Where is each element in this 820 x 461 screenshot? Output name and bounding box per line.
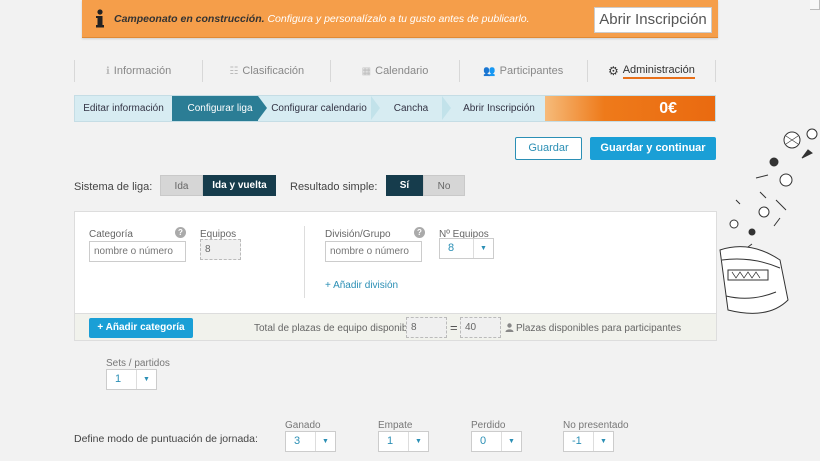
- add-category-button[interactable]: + Añadir categoría: [89, 318, 193, 338]
- help-icon[interactable]: ?: [414, 227, 425, 238]
- select-value: -1: [572, 435, 582, 447]
- lost-points-select[interactable]: 0 ▼: [471, 431, 522, 452]
- save-continue-button[interactable]: Guardar y continuar: [590, 137, 716, 160]
- league-system-ida[interactable]: Ida: [160, 175, 203, 196]
- open-registration-button[interactable]: Abrir Inscripción: [594, 7, 712, 33]
- select-value: 3: [294, 435, 301, 447]
- wizard-steps: Editar información Configurar liga Confi…: [74, 95, 716, 122]
- add-division-link[interactable]: + Añadir división: [325, 280, 398, 291]
- won-label: Ganado: [285, 420, 321, 431]
- equals-sign: =: [450, 320, 458, 335]
- step-arrow: [258, 96, 267, 120]
- banner-text: Configura y personalízalo a tu gusto ant…: [267, 13, 530, 25]
- user-icon: [505, 323, 514, 332]
- category-label: Categoría: [89, 229, 133, 240]
- won-points-select[interactable]: 3 ▼: [285, 431, 336, 452]
- panel-footer: + Añadir categoría Total de plazas de eq…: [75, 313, 716, 340]
- step-arrow: [371, 96, 380, 120]
- corner-marker: [810, 0, 820, 10]
- banner-message: Campeonato en construcción. Configura y …: [114, 13, 530, 25]
- step-configurar-calendario[interactable]: Configurar calendario: [267, 96, 371, 121]
- division-teams-select[interactable]: 8 ▼: [439, 238, 494, 259]
- select-value: 1: [387, 435, 394, 447]
- help-icon[interactable]: ?: [175, 227, 186, 238]
- simple-result-toggle: Sí No: [386, 175, 465, 196]
- tab-label: Participantes: [499, 65, 564, 77]
- tab-label: Clasificación: [242, 65, 305, 77]
- available-places-label: Plazas disponibles para participantes: [516, 323, 682, 334]
- sets-select[interactable]: 1 ▼: [106, 369, 157, 390]
- step-configurar-liga[interactable]: Configurar liga: [172, 96, 258, 121]
- simple-result-no[interactable]: No: [423, 175, 465, 196]
- chevron-down-icon: ▼: [593, 432, 613, 451]
- list-icon: ☷: [229, 65, 239, 77]
- no-show-points-select[interactable]: -1 ▼: [563, 431, 614, 452]
- step-editar-informacion[interactable]: Editar información: [75, 96, 172, 121]
- chevron-down-icon: ▼: [408, 432, 428, 451]
- division-input[interactable]: [325, 241, 422, 262]
- step-cancha[interactable]: Cancha: [380, 96, 442, 121]
- chevron-down-icon: ▼: [473, 239, 493, 258]
- select-value: 0: [480, 435, 487, 447]
- scoring-label: Define modo de puntuación de jornada:: [74, 433, 258, 445]
- chevron-down-icon: ▼: [136, 370, 156, 389]
- calendar-icon: ▦: [361, 65, 372, 77]
- total-places-label: Total de plazas de equipo disponibles:: [254, 323, 424, 334]
- gear-icon: ⚙: [607, 64, 619, 78]
- save-button[interactable]: Guardar: [515, 137, 582, 160]
- lost-label: Perdido: [471, 420, 506, 431]
- total-places-value: 8: [406, 317, 447, 338]
- divider: [304, 226, 305, 298]
- sports-illustration: [719, 128, 818, 314]
- step-arrow: [442, 96, 451, 120]
- step-abrir-inscripcion[interactable]: Abrir Inscripción: [451, 96, 547, 121]
- category-panel: Categoría ? Equipos 8 División/Grupo ? N…: [74, 211, 717, 341]
- league-system-toggle: Ida Ida y vuelta: [160, 175, 276, 196]
- tab-informacion[interactable]: ℹ Información: [74, 60, 202, 82]
- select-value: 8: [448, 242, 455, 254]
- simple-result-yes[interactable]: Sí: [386, 175, 423, 196]
- draw-points-select[interactable]: 1 ▼: [378, 431, 429, 452]
- main-tabs: ℹ Información ☷ Clasificación ▦ Calendar…: [74, 60, 717, 82]
- teams-count: 8: [200, 239, 241, 260]
- chevron-down-icon: ▼: [501, 432, 521, 451]
- price-display: 0€: [545, 96, 715, 121]
- tab-label: Calendario: [375, 65, 429, 77]
- info-icon: ℹ: [105, 65, 110, 77]
- category-input[interactable]: [89, 241, 186, 262]
- select-value: 1: [115, 373, 122, 385]
- tab-calendario[interactable]: ▦ Calendario: [330, 60, 458, 82]
- tab-administracion[interactable]: ⚙ Administración: [586, 60, 717, 82]
- tab-participantes[interactable]: 👥 Participantes: [458, 60, 587, 82]
- available-places-value: 40: [460, 317, 501, 338]
- tab-label: Administración: [622, 64, 695, 79]
- sets-label: Sets / partidos: [106, 358, 170, 369]
- draw-label: Empate: [378, 420, 413, 431]
- info-icon: [96, 9, 104, 28]
- construction-banner: Campeonato en construcción. Configura y …: [82, 0, 718, 38]
- simple-result-label: Resultado simple:: [290, 181, 378, 193]
- no-show-label: No presentado: [563, 420, 629, 431]
- tab-label: Información: [113, 65, 172, 77]
- banner-bold-text: Campeonato en construcción.: [114, 13, 265, 25]
- chevron-down-icon: ▼: [315, 432, 335, 451]
- tab-clasificacion[interactable]: ☷ Clasificación: [202, 60, 330, 82]
- users-icon: 👥: [483, 65, 496, 77]
- division-label: División/Grupo: [325, 229, 391, 240]
- league-system-ida-vuelta[interactable]: Ida y vuelta: [203, 175, 276, 196]
- league-system-label: Sistema de liga:: [74, 181, 153, 193]
